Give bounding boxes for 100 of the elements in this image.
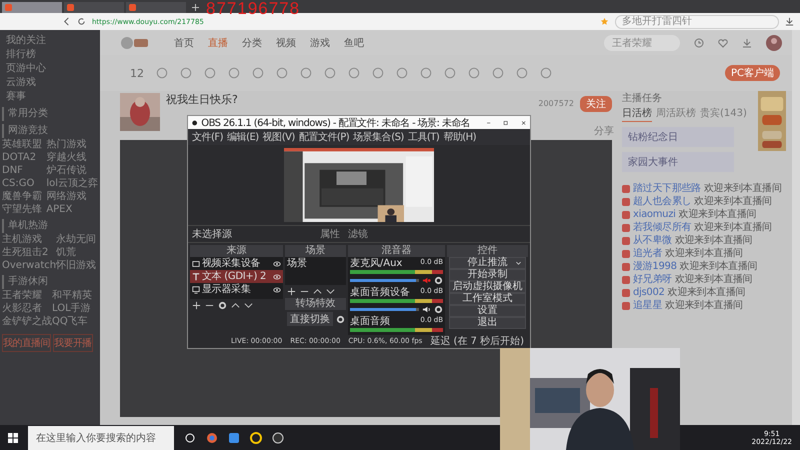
settings-icon[interactable] (434, 305, 444, 314)
source-item[interactable]: 文本 (GDI+) 2 (190, 270, 284, 283)
avatar-icon[interactable] (766, 34, 782, 50)
feature-icon[interactable] (420, 67, 432, 79)
download-icon[interactable] (785, 17, 794, 26)
feature-icon[interactable] (444, 67, 456, 79)
category-link[interactable]: 穿越火线 (46, 151, 98, 164)
feature-icon[interactable] (348, 67, 360, 79)
control-button[interactable]: 停止推流 (449, 257, 526, 269)
sidebar-button[interactable]: 我的直播间 (2, 334, 52, 352)
nav-link[interactable]: 鱼吧 (344, 36, 364, 50)
obs-icon[interactable] (272, 432, 284, 444)
feature-icon[interactable] (252, 67, 264, 79)
user-name[interactable]: 漫游1998 (633, 260, 677, 273)
feature-icon[interactable] (180, 67, 192, 79)
event-card[interactable]: 家园大事件 (622, 152, 734, 172)
add-icon[interactable] (192, 301, 201, 310)
sidebar-item[interactable]: 排行榜 (2, 48, 98, 62)
client-button[interactable]: PC客户端 (724, 65, 780, 81)
sidebar-item[interactable]: 我的关注 (2, 34, 98, 48)
down-icon[interactable] (326, 287, 336, 296)
control-button[interactable]: 开始录制 (449, 269, 526, 281)
category-link[interactable]: QQ飞车 (52, 315, 98, 328)
feature-icon[interactable] (300, 67, 312, 79)
category-link[interactable]: 网络游戏 (46, 190, 98, 203)
properties-button[interactable]: 滤镜 (348, 227, 368, 241)
category-link[interactable]: 生死狙击2 (2, 246, 56, 259)
settings-icon[interactable] (218, 301, 227, 310)
clock-icon[interactable] (694, 38, 704, 48)
category-link[interactable]: 和平精英 (52, 289, 98, 302)
category-link[interactable]: CS:GO (2, 177, 46, 190)
new-tab-icon[interactable] (192, 4, 199, 11)
menu-item[interactable]: 文件(F) (192, 130, 224, 144)
share-link[interactable]: 分享 (594, 124, 614, 138)
user-name[interactable]: 追光者 (633, 247, 662, 260)
control-button[interactable]: 工作室模式 (449, 293, 526, 305)
menu-item[interactable]: 帮助(H) (443, 130, 476, 144)
category-link[interactable]: 主机游戏 (2, 233, 56, 246)
menu-item[interactable]: 视图(V) (262, 130, 295, 144)
follow-count[interactable]: 12 (130, 66, 144, 80)
search-field[interactable]: 在这里输入你要搜索的内容 (28, 426, 174, 450)
user-name[interactable]: 追星星 (633, 299, 662, 312)
category-link[interactable]: 王者荣耀 (2, 289, 52, 302)
user-name[interactable]: xiaomuzi (633, 208, 676, 221)
search-field[interactable]: 王者荣耀 (604, 34, 680, 50)
windows-start-icon[interactable] (8, 432, 18, 442)
search-field[interactable]: 多地开打雷四针 (615, 14, 779, 28)
category-link[interactable]: lol云顶之弈 (46, 177, 98, 190)
logo-icon[interactable] (120, 36, 150, 50)
nav-link[interactable]: 分类 (242, 36, 262, 50)
close-icon[interactable] (520, 118, 526, 126)
feature-icon[interactable] (228, 67, 240, 79)
browser-icon[interactable] (206, 432, 218, 444)
app-icon[interactable] (228, 432, 240, 444)
control-button[interactable]: 启动虚拟摄像机 (449, 281, 526, 293)
category-link[interactable]: LOL手游 (52, 302, 98, 315)
heart-icon[interactable] (718, 38, 728, 48)
feature-icon[interactable] (492, 67, 504, 79)
volume-slider[interactable] (350, 308, 420, 311)
settings-icon[interactable] (434, 276, 444, 285)
user-name[interactable]: 从不卑微 (633, 234, 672, 247)
feature-icon[interactable] (468, 67, 480, 79)
nav-link[interactable]: 视频 (276, 36, 296, 50)
settings-icon[interactable] (336, 314, 346, 324)
eye-icon[interactable] (273, 260, 282, 268)
nav-link[interactable]: 首页 (174, 36, 194, 50)
category-link[interactable]: DNF (2, 164, 46, 177)
rank-tab[interactable]: 日活榜 (622, 107, 652, 122)
user-name[interactable]: 超人也会累し (633, 195, 692, 208)
maximize-icon[interactable] (503, 118, 509, 126)
menu-item[interactable]: 编辑(E) (227, 130, 259, 144)
feature-icon[interactable] (156, 67, 168, 79)
circle-icon[interactable] (184, 432, 196, 444)
browser-tab[interactable] (126, 2, 186, 13)
category-link[interactable]: 怀旧游戏 (56, 259, 98, 272)
event-card[interactable]: 钻粉纪念日 (622, 127, 734, 147)
category-link[interactable]: Overwatch (2, 259, 56, 272)
sidebar-item[interactable]: 云游戏 (2, 76, 98, 90)
category-link[interactable]: APEX (46, 203, 98, 216)
up-icon[interactable] (231, 301, 240, 310)
feature-icon[interactable] (540, 67, 552, 79)
reload-icon[interactable] (77, 17, 86, 26)
rank-tab[interactable]: 贵宾(143) (700, 107, 747, 122)
category-link[interactable]: 炉石传说 (46, 164, 98, 177)
category-link[interactable]: 守望先锋 (2, 203, 46, 216)
control-button[interactable]: 退出 (449, 317, 526, 329)
user-name[interactable]: 好兄弟呀 (633, 273, 672, 286)
user-name[interactable]: 踏过天下那些路 (633, 182, 701, 195)
up-icon[interactable] (313, 287, 322, 296)
eye-icon[interactable] (273, 272, 282, 280)
download-icon[interactable] (742, 38, 752, 48)
feature-icon[interactable] (372, 67, 384, 79)
category-link[interactable]: 魔兽争霸 (2, 190, 46, 203)
category-link[interactable]: 永劫无间 (56, 233, 98, 246)
category-link[interactable]: 热门游戏 (46, 138, 98, 151)
caret-icon[interactable] (515, 260, 522, 267)
user-name[interactable]: djs002 (633, 286, 665, 299)
category-link[interactable]: 火影忍者 (2, 302, 52, 315)
nav-link[interactable]: 直播 (208, 36, 228, 50)
sidebar-button[interactable]: 我要开播 (53, 334, 93, 352)
